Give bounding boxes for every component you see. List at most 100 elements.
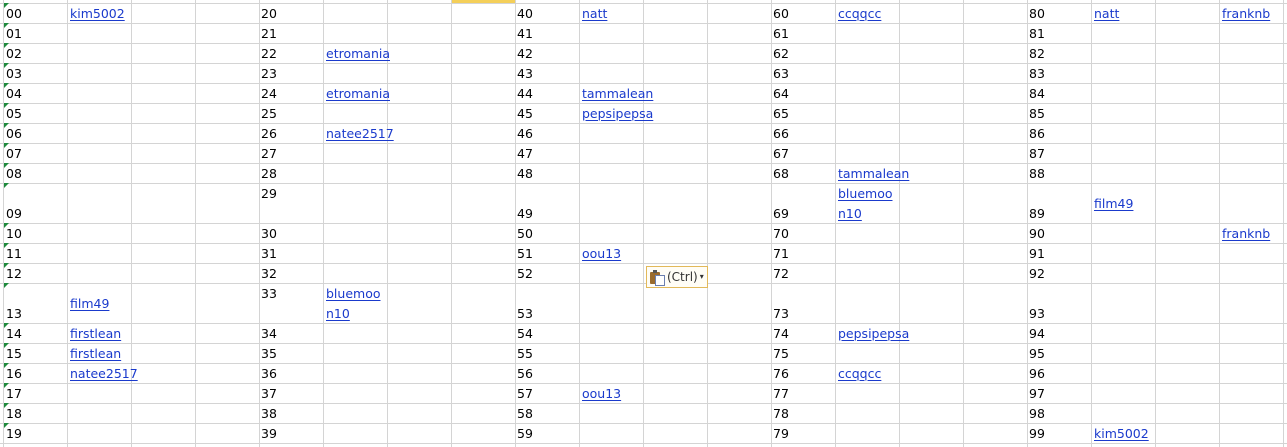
row-number-cell[interactable]: 42 bbox=[517, 44, 533, 64]
row-number-cell[interactable]: 29 bbox=[261, 184, 277, 204]
spreadsheet-grid[interactable]: 00 01 02 03 04 05 06 07 08 09 10 11 12 13 14 15 16 17 18 19… bbox=[0, 0, 1287, 447]
hyperlink-cell[interactable]: ccqqcc bbox=[838, 364, 881, 384]
row-number-cell[interactable]: 37 bbox=[261, 384, 277, 404]
row-number-cell[interactable]: 28 bbox=[261, 164, 277, 184]
row-number-cell[interactable]: 81 bbox=[1029, 24, 1045, 44]
row-number-cell[interactable]: 36 bbox=[261, 364, 277, 384]
row-number-cell[interactable]: 73 bbox=[773, 304, 789, 324]
row-number-cell[interactable]: 22 bbox=[261, 44, 277, 64]
row-number-cell[interactable]: 32 bbox=[261, 264, 277, 284]
row-number-cell[interactable]: 57 bbox=[517, 384, 533, 404]
row-number-cell[interactable]: 84 bbox=[1029, 84, 1045, 104]
row-number-cell[interactable]: 88 bbox=[1029, 164, 1045, 184]
row-number-cell[interactable]: 96 bbox=[1029, 364, 1045, 384]
row-number-cell[interactable]: 72 bbox=[773, 264, 789, 284]
hyperlink-cell[interactable]: pepsipepsa bbox=[838, 324, 909, 344]
hyperlink-cell[interactable]: n10 bbox=[838, 204, 862, 224]
row-number-cell[interactable]: 68 bbox=[773, 164, 789, 184]
row-number-cell[interactable]: 44 bbox=[517, 84, 533, 104]
row-number-cell[interactable]: 89 bbox=[1029, 204, 1045, 224]
row-number-cell[interactable]: 43 bbox=[517, 64, 533, 84]
row-number-cell[interactable]: 27 bbox=[261, 144, 277, 164]
row-number-cell[interactable]: 38 bbox=[261, 404, 277, 424]
row-number-cell[interactable]: 46 bbox=[517, 124, 533, 144]
row-number-cell[interactable]: 13 bbox=[6, 304, 22, 324]
hyperlink-cell[interactable]: natee2517 bbox=[326, 124, 394, 144]
row-number-cell[interactable]: 50 bbox=[517, 224, 533, 244]
row-number-cell[interactable]: 87 bbox=[1029, 144, 1045, 164]
row-number-cell[interactable]: 75 bbox=[773, 344, 789, 364]
row-number-cell[interactable]: 21 bbox=[261, 24, 277, 44]
hyperlink-cell[interactable]: natt bbox=[582, 4, 607, 24]
row-number-cell[interactable]: 52 bbox=[517, 264, 533, 284]
row-number-cell[interactable]: 45 bbox=[517, 104, 533, 124]
row-number-cell[interactable]: 66 bbox=[773, 124, 789, 144]
hyperlink-cell[interactable]: bluemoo bbox=[838, 184, 893, 204]
row-number-cell[interactable]: 23 bbox=[261, 64, 277, 84]
row-number-cell[interactable]: 64 bbox=[773, 84, 789, 104]
row-number-cell[interactable]: 47 bbox=[517, 144, 533, 164]
hyperlink-cell[interactable]: etromania bbox=[326, 84, 390, 104]
row-number-cell[interactable]: 65 bbox=[773, 104, 789, 124]
hyperlink-cell[interactable]: franknb bbox=[1222, 4, 1270, 24]
row-number-cell[interactable]: 31 bbox=[261, 244, 277, 264]
row-number-cell[interactable]: 09 bbox=[6, 204, 22, 224]
row-number-cell[interactable]: 78 bbox=[773, 404, 789, 424]
row-number-cell[interactable]: 49 bbox=[517, 204, 533, 224]
row-number-cell[interactable]: 41 bbox=[517, 24, 533, 44]
hyperlink-cell[interactable]: franknb bbox=[1222, 224, 1270, 244]
hyperlink-cell[interactable]: n10 bbox=[326, 304, 350, 324]
row-number-cell[interactable]: 99 bbox=[1029, 424, 1045, 444]
row-number-cell[interactable]: 54 bbox=[517, 324, 533, 344]
row-number-cell[interactable]: 56 bbox=[517, 364, 533, 384]
paste-options-button[interactable]: (Ctrl) ▾ bbox=[646, 266, 708, 288]
row-number-cell[interactable]: 61 bbox=[773, 24, 789, 44]
row-number-cell[interactable]: 83 bbox=[1029, 64, 1045, 84]
row-number-cell[interactable]: 30 bbox=[261, 224, 277, 244]
row-number-cell[interactable]: 67 bbox=[773, 144, 789, 164]
row-number-cell[interactable]: 26 bbox=[261, 124, 277, 144]
row-number-cell[interactable]: 93 bbox=[1029, 304, 1045, 324]
row-number-cell[interactable]: 62 bbox=[773, 44, 789, 64]
row-number-cell[interactable]: 51 bbox=[517, 244, 533, 264]
row-number-cell[interactable]: 24 bbox=[261, 84, 277, 104]
hyperlink-cell[interactable]: firstlean bbox=[70, 324, 121, 344]
hyperlink-cell[interactable]: film49 bbox=[1094, 194, 1133, 214]
row-number-cell[interactable]: 25 bbox=[261, 104, 277, 124]
row-number-cell[interactable]: 69 bbox=[773, 204, 789, 224]
hyperlink-cell[interactable]: kim5002 bbox=[70, 4, 125, 24]
row-number-cell[interactable]: 39 bbox=[261, 424, 277, 444]
row-number-cell[interactable]: 98 bbox=[1029, 404, 1045, 424]
hyperlink-cell[interactable]: ccqqcc bbox=[838, 4, 881, 24]
row-number-cell[interactable]: 92 bbox=[1029, 264, 1045, 284]
row-number-cell[interactable]: 55 bbox=[517, 344, 533, 364]
row-number-cell[interactable]: 58 bbox=[517, 404, 533, 424]
hyperlink-cell[interactable]: natt bbox=[1094, 4, 1119, 24]
row-number-cell[interactable]: 94 bbox=[1029, 324, 1045, 344]
row-number-cell[interactable]: 63 bbox=[773, 64, 789, 84]
row-number-cell[interactable]: 82 bbox=[1029, 44, 1045, 64]
row-number-cell[interactable]: 91 bbox=[1029, 244, 1045, 264]
row-number-cell[interactable]: 60 bbox=[773, 4, 789, 24]
row-number-cell[interactable]: 53 bbox=[517, 304, 533, 324]
row-number-cell[interactable]: 80 bbox=[1029, 4, 1045, 24]
hyperlink-cell[interactable]: kim5002 bbox=[1094, 424, 1149, 444]
hyperlink-cell[interactable]: etromania bbox=[326, 44, 390, 64]
hyperlink-cell[interactable]: natee2517 bbox=[70, 364, 138, 384]
row-number-cell[interactable]: 59 bbox=[517, 424, 533, 444]
row-number-cell[interactable]: 86 bbox=[1029, 124, 1045, 144]
hyperlink-cell[interactable]: bluemoo bbox=[326, 284, 381, 304]
row-number-cell[interactable]: 34 bbox=[261, 324, 277, 344]
row-number-cell[interactable]: 97 bbox=[1029, 384, 1045, 404]
hyperlink-cell[interactable]: tammalean bbox=[582, 84, 653, 104]
row-number-cell[interactable]: 85 bbox=[1029, 104, 1045, 124]
hyperlink-cell[interactable]: tammalean bbox=[838, 164, 909, 184]
row-number-cell[interactable]: 48 bbox=[517, 164, 533, 184]
row-number-cell[interactable]: 90 bbox=[1029, 224, 1045, 244]
row-number-cell[interactable]: 40 bbox=[517, 4, 533, 24]
row-number-cell[interactable]: 77 bbox=[773, 384, 789, 404]
hyperlink-cell[interactable]: firstlean bbox=[70, 344, 121, 364]
row-number-cell[interactable]: 95 bbox=[1029, 344, 1045, 364]
row-number-cell[interactable]: 70 bbox=[773, 224, 789, 244]
hyperlink-cell[interactable]: oou13 bbox=[582, 384, 621, 404]
